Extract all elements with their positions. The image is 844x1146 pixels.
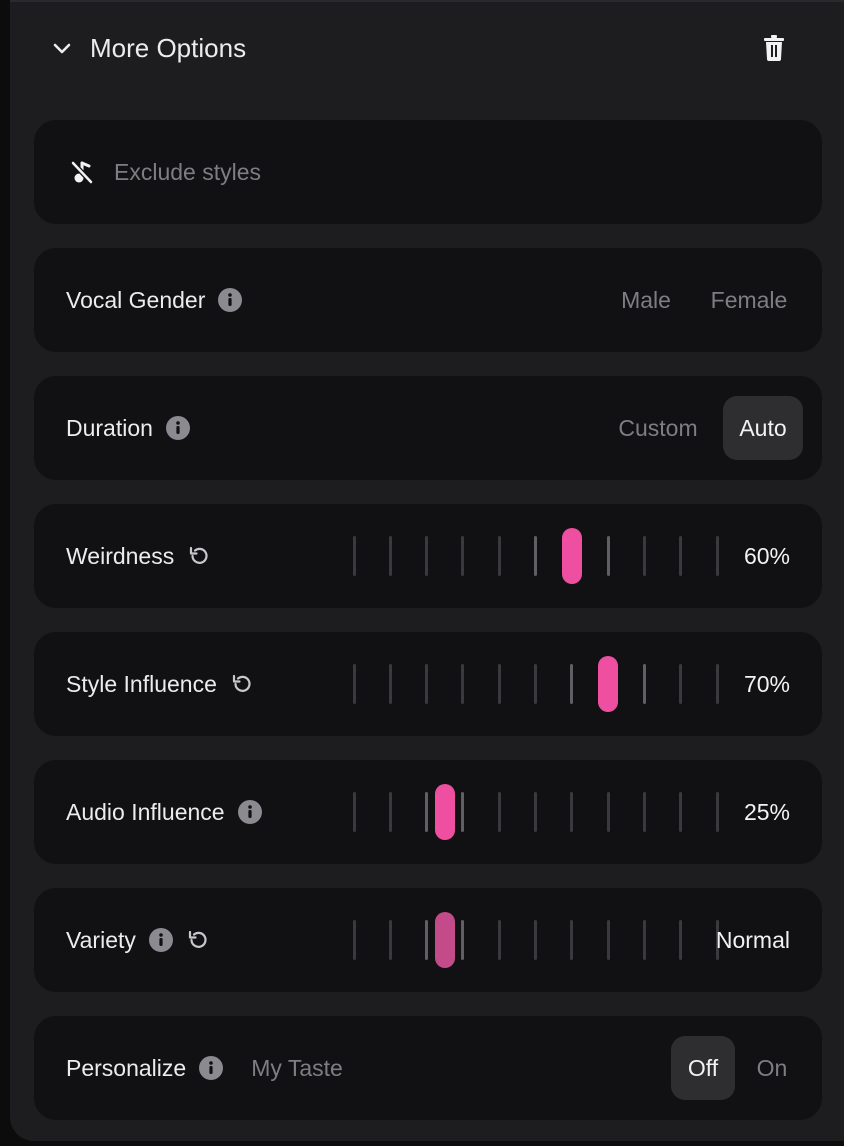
slider-tick	[497, 664, 501, 704]
slider-tick	[497, 792, 501, 832]
slider-tick	[715, 664, 719, 704]
slider-tick	[352, 536, 356, 576]
vocal-gender-female-option[interactable]: Female	[698, 268, 800, 332]
slider-tick	[570, 920, 574, 960]
weirdness-slider[interactable]	[330, 504, 719, 608]
slider-tick	[388, 664, 392, 704]
slider-tick	[497, 536, 501, 576]
info-icon[interactable]	[199, 1056, 224, 1080]
slider-tick	[388, 920, 392, 960]
duration-row: Duration	[66, 376, 190, 480]
slider-tick	[461, 664, 465, 704]
info-icon[interactable]	[165, 416, 190, 440]
slider-tick	[642, 792, 646, 832]
duration-auto-option[interactable]: Auto	[723, 396, 803, 460]
reset-icon[interactable]	[185, 927, 211, 953]
slider-tick	[642, 664, 646, 704]
variety-row: Variety	[66, 888, 211, 992]
vocal-gender-male-option[interactable]: Male	[606, 268, 686, 332]
more-options-header[interactable]: More Options	[10, 2, 844, 96]
slider-tick	[425, 920, 429, 960]
slider-thumb[interactable]	[561, 528, 582, 584]
weirdness-value: 60%	[743, 543, 790, 569]
slider-tick	[425, 664, 429, 704]
my-taste-label: My Taste	[251, 1054, 343, 1081]
slider-tick	[534, 792, 537, 832]
variety-card: Variety Normal	[34, 888, 822, 992]
chevron-down-icon[interactable]	[50, 37, 74, 61]
personalize-card: Personalize My Taste Off On	[34, 1016, 822, 1120]
duration-card: Duration Custom Auto	[34, 376, 822, 480]
exclude-styles-card	[34, 120, 822, 224]
personalize-off-option[interactable]: Off	[671, 1036, 735, 1100]
variety-slider[interactable]	[330, 888, 719, 992]
style-influence-slider[interactable]	[330, 632, 719, 736]
slider-tick	[715, 536, 719, 576]
more-options-panel: More Options Vocal Gender	[10, 0, 844, 1141]
slider-tick	[352, 792, 356, 832]
slider-thumb[interactable]	[434, 784, 455, 840]
style-influence-card: Style Influence 70%	[34, 632, 822, 736]
slider-thumb[interactable]	[434, 912, 455, 968]
weirdness-label: Weirdness	[66, 542, 175, 569]
style-influence-label: Style Influence	[66, 670, 217, 697]
slider-tick	[679, 792, 683, 832]
slider-tick	[642, 920, 646, 960]
slider-tick	[715, 792, 719, 832]
slider-tick	[461, 792, 465, 832]
slider-tick	[461, 536, 465, 576]
slider-tick	[679, 920, 683, 960]
slider-tick	[606, 920, 610, 960]
audio-influence-card: Audio Influence 25%	[34, 760, 822, 864]
slider-tick	[534, 536, 537, 576]
slider-tick	[352, 920, 356, 960]
reset-icon[interactable]	[186, 543, 212, 569]
reset-icon[interactable]	[229, 671, 255, 697]
exclude-styles-input[interactable]	[114, 150, 774, 194]
personalize-label: Personalize	[66, 1054, 187, 1081]
slider-tick	[570, 792, 574, 832]
variety-label: Variety	[66, 926, 136, 953]
slider-tick	[606, 536, 610, 576]
audio-influence-slider[interactable]	[330, 760, 719, 864]
slider-tick	[642, 536, 646, 576]
weirdness-card: Weirdness 60%	[34, 504, 822, 608]
section-title: More Options	[90, 33, 247, 63]
trash-icon[interactable]	[760, 34, 788, 62]
vocal-gender-label: Vocal Gender	[66, 286, 206, 313]
info-icon[interactable]	[218, 288, 243, 312]
slider-tick	[679, 664, 683, 704]
style-influence-row: Style Influence	[66, 632, 255, 736]
style-influence-value: 70%	[743, 671, 790, 697]
slider-tick	[534, 920, 537, 960]
slider-tick	[606, 792, 610, 832]
duration-label: Duration	[66, 414, 153, 441]
vocal-gender-card: Vocal Gender Male Female	[34, 248, 822, 352]
weirdness-row: Weirdness	[66, 504, 212, 608]
slider-tick	[388, 792, 392, 832]
info-icon[interactable]	[237, 800, 262, 824]
slider-tick	[425, 792, 429, 832]
audio-influence-label: Audio Influence	[66, 798, 225, 825]
slider-tick	[425, 536, 429, 576]
music-off-icon	[70, 160, 94, 185]
variety-value: Normal	[715, 927, 790, 953]
slider-tick	[461, 920, 465, 960]
audio-influence-row: Audio Influence	[66, 760, 262, 864]
info-icon[interactable]	[148, 928, 173, 952]
slider-tick	[352, 664, 356, 704]
slider-tick	[679, 536, 683, 576]
slider-tick	[570, 664, 574, 704]
slider-tick	[388, 536, 392, 576]
slider-thumb[interactable]	[598, 656, 619, 712]
duration-custom-option[interactable]: Custom	[606, 396, 710, 460]
slider-tick	[534, 664, 537, 704]
personalize-on-option[interactable]: On	[742, 1036, 802, 1100]
slider-tick	[497, 920, 501, 960]
personalize-row: Personalize My Taste	[66, 1016, 343, 1120]
vocal-gender-row: Vocal Gender	[66, 248, 243, 352]
audio-influence-value: 25%	[743, 799, 790, 825]
